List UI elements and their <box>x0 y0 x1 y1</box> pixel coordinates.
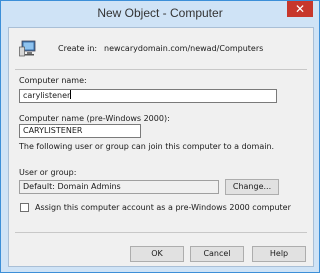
pre2000-name-value: CARYLISTENER <box>23 126 83 135</box>
cancel-button[interactable]: Cancel <box>190 246 244 262</box>
create-in-label: Create in: <box>58 44 98 53</box>
join-info-text: The following user or group can join thi… <box>19 142 275 151</box>
user-group-field: Default: Domain Admins <box>19 180 219 194</box>
close-icon: ✕ <box>294 2 306 16</box>
title-bar[interactable]: New Object - Computer ✕ <box>1 1 319 27</box>
close-button[interactable]: ✕ <box>287 1 313 17</box>
text-caret <box>70 90 72 99</box>
computer-icon <box>19 40 36 57</box>
pre2000-checkbox-label[interactable]: Assign this computer account as a pre-Wi… <box>35 203 291 212</box>
dialog-content: Create in: newcarydomain.com/newad/Compu… <box>8 27 314 267</box>
help-button[interactable]: Help <box>252 246 306 262</box>
ok-button[interactable]: OK <box>130 246 184 262</box>
user-group-label: User or group: <box>19 168 77 177</box>
computer-name-value: carylistener <box>23 91 71 100</box>
pre2000-name-input[interactable]: CARYLISTENER <box>19 124 141 138</box>
window-title: New Object - Computer <box>97 6 223 20</box>
divider <box>15 69 307 70</box>
computer-name-input[interactable]: carylistener <box>19 89 277 103</box>
change-button[interactable]: Change... <box>225 179 279 195</box>
pre2000-name-label: Computer name (pre-Windows 2000): <box>19 114 170 123</box>
dialog-window: New Object - Computer ✕ Create in: newca… <box>0 0 320 273</box>
button-divider <box>15 232 307 233</box>
computer-name-label: Computer name: <box>19 76 87 85</box>
pre2000-checkbox[interactable] <box>20 203 29 212</box>
user-group-value: Default: Domain Admins <box>23 182 121 191</box>
create-in-path: newcarydomain.com/newad/Computers <box>104 44 264 53</box>
